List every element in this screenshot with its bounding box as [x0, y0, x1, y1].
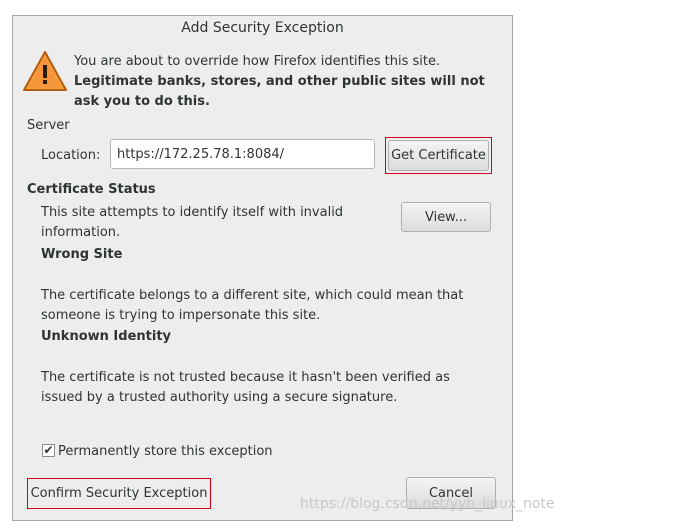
dialog-title: Add Security Exception [181, 20, 344, 36]
unknown-identity-text: The certificate is not trusted because i… [41, 370, 450, 405]
certificate-status-label: Certificate Status [27, 182, 156, 197]
warning-message: You are about to override how Firefox id… [74, 52, 494, 112]
add-security-exception-dialog: Add Security Exception You are about to … [12, 15, 513, 521]
get-certificate-button[interactable]: Get Certificate [388, 140, 489, 171]
warning-line-2: Legitimate banks, stores, and other publ… [74, 74, 485, 109]
store-exception-checkbox[interactable]: ✔ [42, 444, 55, 457]
location-input[interactable] [110, 139, 375, 169]
confirm-security-exception-button[interactable]: Confirm Security Exception [29, 480, 209, 507]
watermark: https://blog.csdn.net/yyh_linux_note [300, 496, 555, 512]
store-exception-label[interactable]: Permanently store this exception [58, 444, 273, 459]
view-certificate-button[interactable]: View... [401, 202, 491, 232]
warning-icon [23, 51, 67, 91]
warning-line-1: You are about to override how Firefox id… [74, 54, 441, 69]
certificate-intro-text: This site attempts to identify itself wi… [41, 205, 344, 240]
wrong-site-text: The certificate belongs to a different s… [41, 288, 464, 323]
location-label: Location: [41, 148, 101, 163]
server-section-label: Server [27, 118, 70, 133]
unknown-identity-title: Unknown Identity [41, 329, 172, 344]
wrong-site-title: Wrong Site [41, 247, 123, 262]
